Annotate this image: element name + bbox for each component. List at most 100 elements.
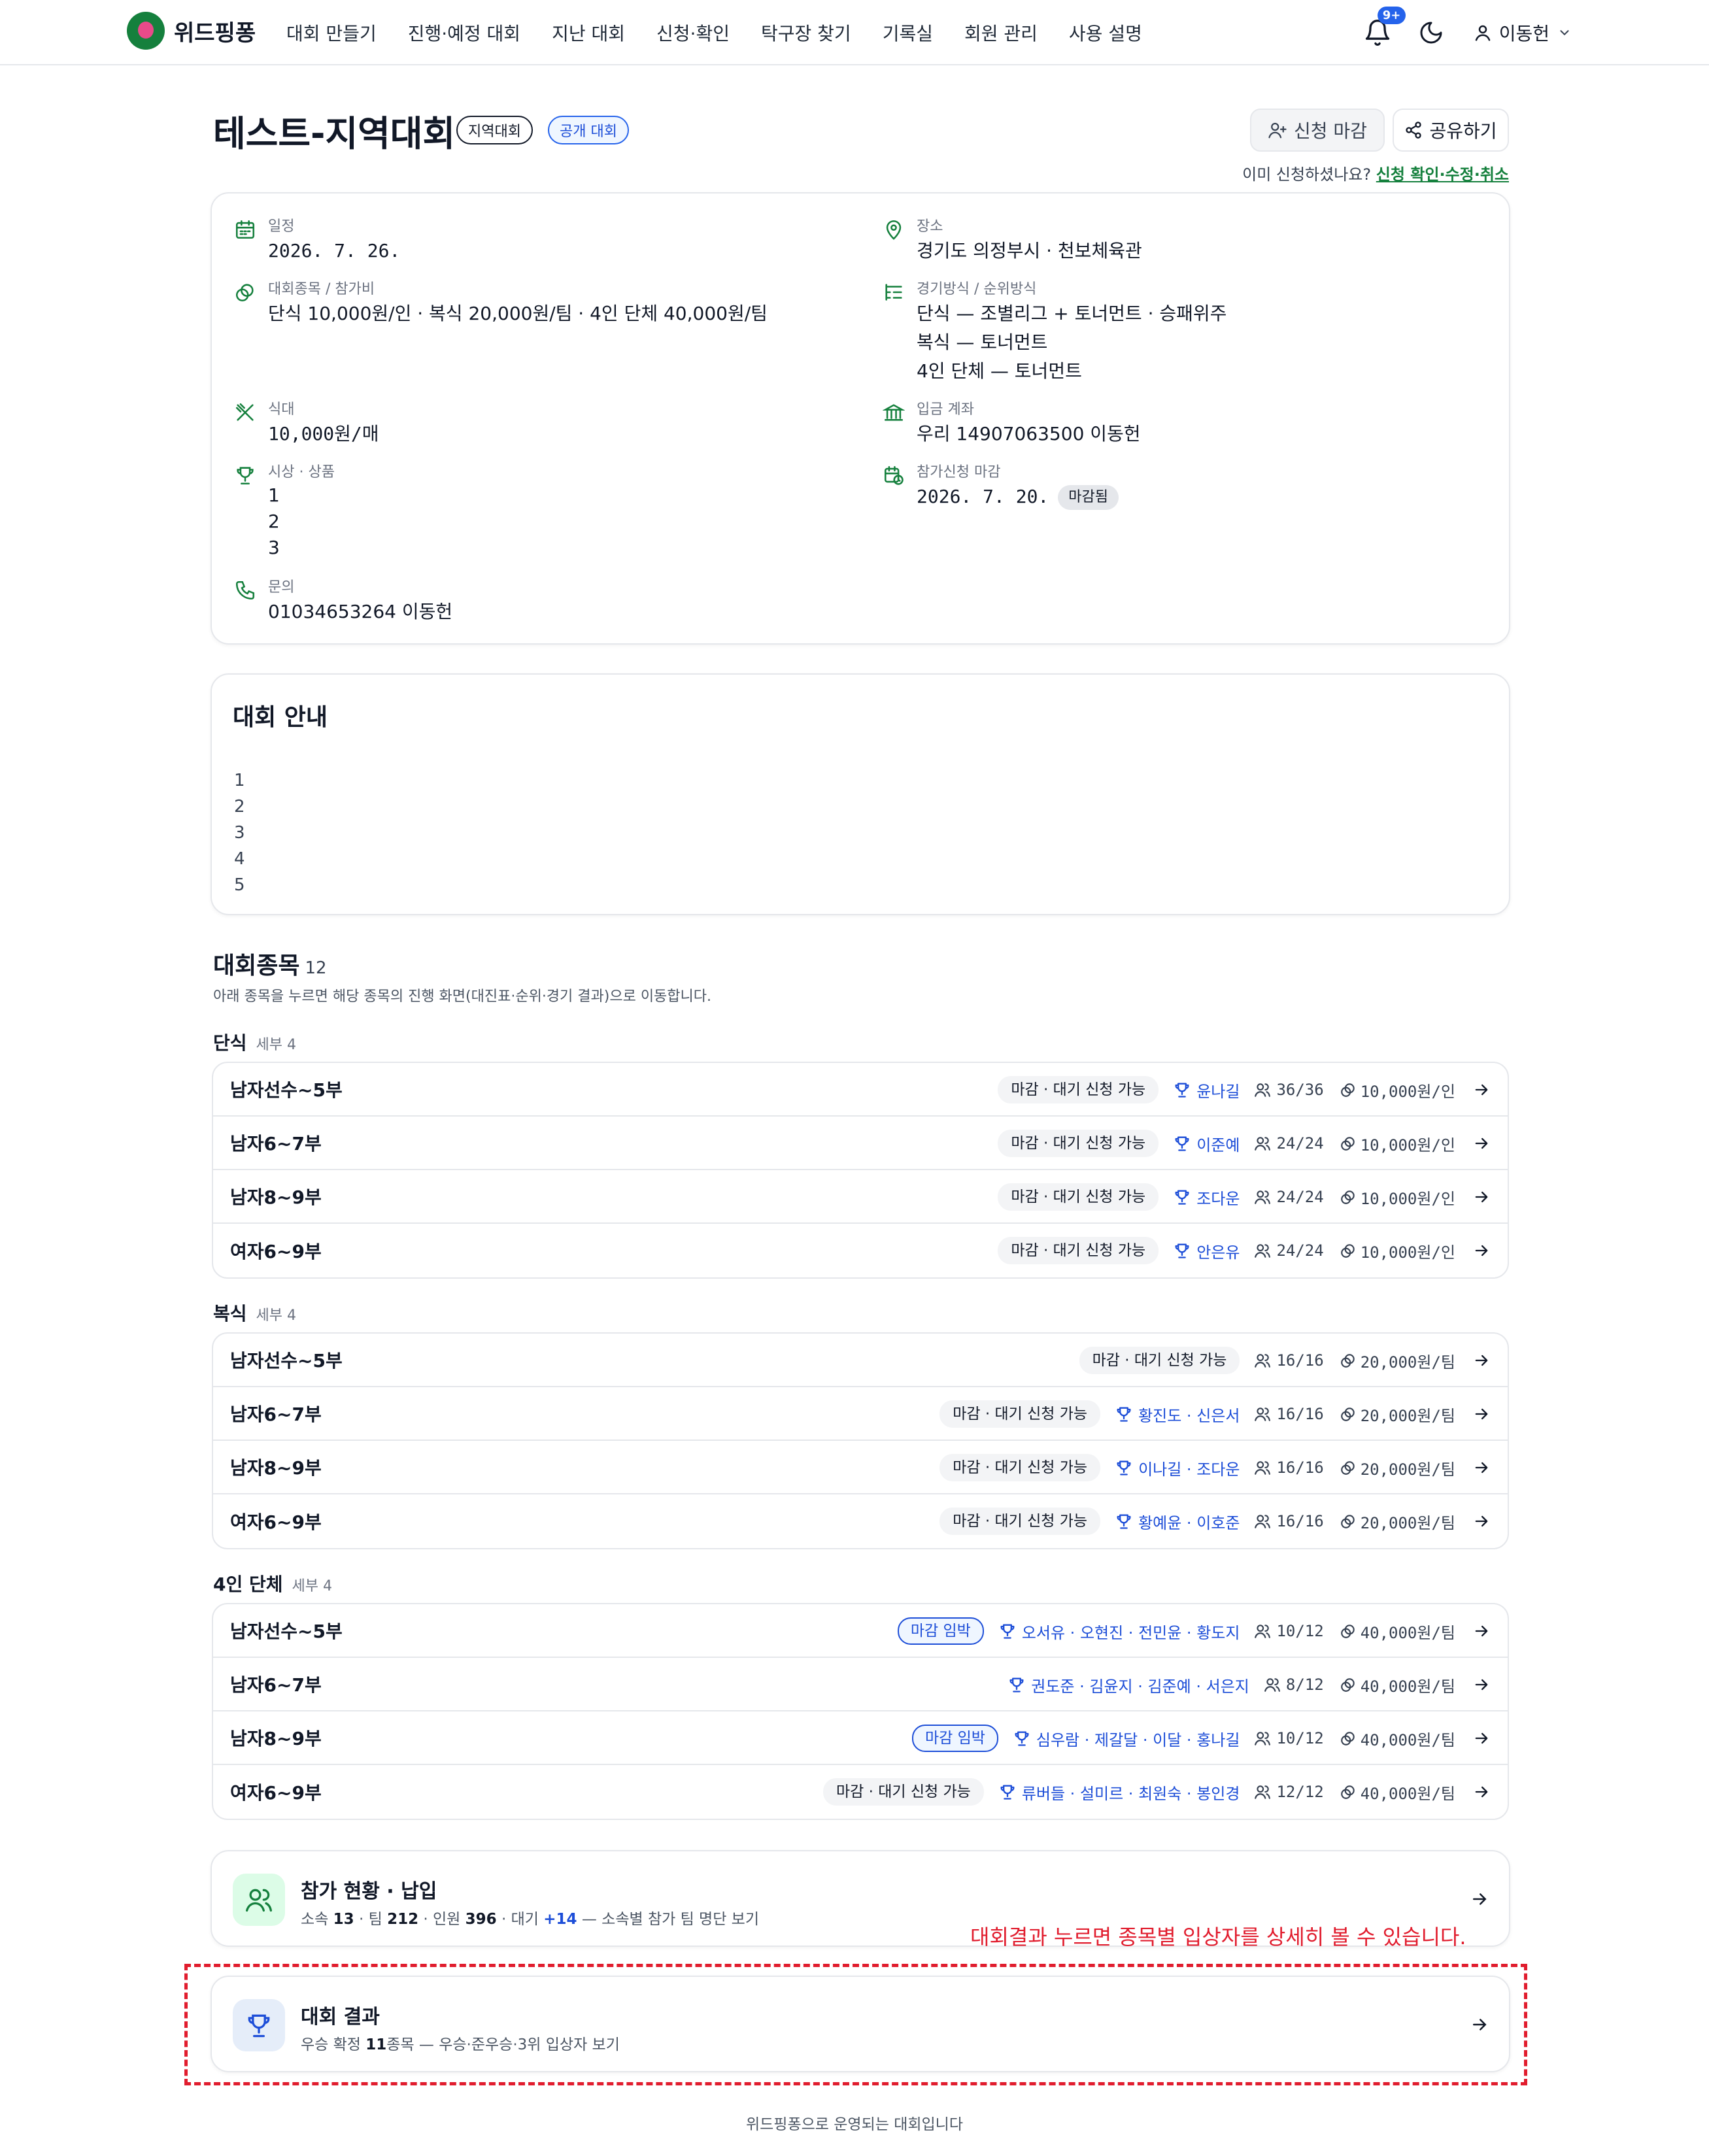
event-fee: 10,000원/인 bbox=[1340, 1239, 1455, 1262]
events-title: 대회종목 bbox=[213, 952, 300, 979]
winner-names: 윤나길 bbox=[1196, 1082, 1240, 1101]
arrow-right-icon bbox=[1475, 1625, 1488, 1637]
format-line: 4인 단체 — 토너먼트 bbox=[917, 360, 1082, 382]
event-row[interactable]: 남자8~9부 마감 임박 심우람 · 제갈달 · 이달 · 홍나길 10/12 40,0… bbox=[213, 1711, 1508, 1765]
close-application-button[interactable]: 신청 마감 bbox=[1250, 109, 1385, 152]
moon-icon[interactable] bbox=[1418, 20, 1444, 46]
check-application-link[interactable]: 신청 확인·수정·취소 bbox=[1376, 165, 1509, 184]
page-title: 테스트-지역대회 bbox=[213, 113, 456, 154]
trophy-icon bbox=[1117, 1407, 1131, 1422]
share-button[interactable]: 공유하기 bbox=[1393, 109, 1509, 152]
menu-item-create[interactable]: 대회 만들기 bbox=[286, 20, 377, 46]
arrow-right-icon bbox=[1475, 1786, 1488, 1798]
winner-names: 이준예 bbox=[1196, 1136, 1240, 1154]
entry-count-value: 10/12 bbox=[1276, 1729, 1324, 1747]
users-icon bbox=[1255, 1785, 1271, 1799]
deadline-date: 2026. 7. 20. bbox=[917, 486, 1049, 507]
coins-icon bbox=[1340, 1461, 1355, 1475]
user-menu[interactable]: 이동헌 bbox=[1473, 20, 1578, 46]
event-entry-count: 8/12 bbox=[1264, 1676, 1324, 1694]
event-entry-count: 24/24 bbox=[1254, 1188, 1324, 1206]
users-icon bbox=[1255, 1137, 1271, 1151]
menu-item-guide[interactable]: 사용 설명 bbox=[1069, 20, 1142, 46]
event-row[interactable]: 남자선수~5부 마감 · 대기 신청 가능 16/16 20,000원/팀 bbox=[213, 1334, 1508, 1387]
arrow-right-icon bbox=[1475, 1245, 1488, 1256]
event-list: 남자선수~5부 마감 · 대기 신청 가능 16/16 20,000원/팀 남자6~7부… bbox=[212, 1332, 1509, 1549]
place-label: 장소 bbox=[917, 218, 943, 235]
event-status-badge: 마감 · 대기 신청 가능 bbox=[939, 1400, 1101, 1428]
already-applied-question: 이미 신청하셨나요? bbox=[1242, 165, 1372, 184]
notification-button[interactable]: 9+ bbox=[1363, 7, 1406, 47]
event-entry-count: 24/24 bbox=[1254, 1241, 1324, 1260]
event-name: 여자6~9부 bbox=[230, 1241, 322, 1262]
event-status-badge: 마감 · 대기 신청 가능 bbox=[939, 1454, 1101, 1481]
prize-line: 3 bbox=[268, 537, 280, 558]
menu-item-find-club[interactable]: 탁구장 찾기 bbox=[761, 20, 851, 46]
event-winner: 황예윤 · 이호준 bbox=[1115, 1510, 1240, 1533]
entry-count-value: 16/16 bbox=[1276, 1512, 1324, 1530]
fee-value: 20,000원/팀 bbox=[1360, 1353, 1455, 1372]
brand-link[interactable]: 위드핑퐁 bbox=[127, 12, 256, 50]
users-icon bbox=[1255, 1407, 1271, 1421]
summary-text: · 인원 bbox=[418, 1911, 465, 1928]
users-icon bbox=[246, 1889, 272, 1912]
menu-item-past[interactable]: 지난 대회 bbox=[552, 20, 625, 46]
utensils-crossed-icon bbox=[235, 403, 254, 421]
annotation-highlight-box bbox=[184, 1964, 1527, 2085]
fee-value: 10,000원/인 bbox=[1360, 1189, 1455, 1208]
format-label: 경기방식 / 순위방식 bbox=[917, 281, 1037, 297]
brand-name: 위드핑퐁 bbox=[174, 20, 256, 46]
event-row[interactable]: 남자8~9부 마감 · 대기 신청 가능 조다운 24/24 10,000원/인 bbox=[213, 1170, 1508, 1224]
summary-text: — 소속별 참가 팀 명단 보기 bbox=[577, 1911, 759, 1928]
event-row[interactable]: 남자8~9부 마감 · 대기 신청 가능 이나길 · 조다운 16/16 20,000원… bbox=[213, 1441, 1508, 1494]
event-fee: 40,000원/팀 bbox=[1340, 1674, 1455, 1696]
event-row[interactable]: 남자선수~5부 마감 · 대기 신청 가능 윤나길 36/36 10,000원/인 bbox=[213, 1063, 1508, 1117]
users-icon bbox=[1255, 1083, 1271, 1097]
event-row[interactable]: 남자6~7부 마감 · 대기 신청 가능 황진도 · 신은서 16/16 20,000원… bbox=[213, 1387, 1508, 1441]
event-entry-count: 12/12 bbox=[1254, 1783, 1324, 1801]
format-line: 단식 — 조별리그 + 토너먼트 · 승패위주 bbox=[917, 303, 1227, 324]
format-value: 단식 — 조별리그 + 토너먼트 · 승패위주 복식 — 토너먼트 4인 단체 … bbox=[917, 299, 1227, 386]
winner-names: 권도준 · 김윤지 · 김준예 · 서은지 bbox=[1031, 1677, 1249, 1696]
users-icon bbox=[1255, 1515, 1271, 1528]
event-entry-count: 10/12 bbox=[1254, 1729, 1324, 1747]
event-status-badge: 마감 · 대기 신청 가능 bbox=[1079, 1347, 1240, 1374]
menu-item-apply[interactable]: 신청·확인 bbox=[656, 20, 730, 46]
close-application-label: 신청 마감 bbox=[1294, 120, 1367, 142]
group-sub-count: 세부 4 bbox=[256, 1307, 297, 1324]
event-status-badge: 마감 · 대기 신청 가능 bbox=[998, 1237, 1159, 1264]
date-label: 일정 bbox=[268, 218, 295, 235]
entry-count-value: 24/24 bbox=[1276, 1134, 1324, 1153]
event-winner: 이준예 bbox=[1173, 1132, 1240, 1155]
event-row[interactable]: 여자6~9부 마감 · 대기 신청 가능 류버들 · 설미르 · 최원숙 · 봉인경… bbox=[213, 1765, 1508, 1819]
coins-icon bbox=[1340, 1244, 1355, 1258]
event-meta: 마감 임박 심우람 · 제갈달 · 이달 · 홍나길 10/12 40,000원/팀 bbox=[911, 1711, 1491, 1765]
fee-value: 40,000원/팀 bbox=[1360, 1677, 1455, 1696]
trophy-icon bbox=[1000, 1785, 1015, 1800]
contact-label: 문의 bbox=[268, 579, 295, 596]
winner-names: 심우람 · 제갈달 · 이달 · 홍나길 bbox=[1036, 1730, 1240, 1749]
bank-icon bbox=[883, 404, 905, 421]
event-row[interactable]: 여자6~9부 마감 · 대기 신청 가능 황예윤 · 이호준 16/16 20,000원… bbox=[213, 1494, 1508, 1548]
event-entry-count: 24/24 bbox=[1254, 1134, 1324, 1153]
deadline-value: 2026. 7. 20. 마감됨 bbox=[917, 482, 1119, 511]
event-meta: 마감 · 대기 신청 가능 안은유 24/24 10,000원/인 bbox=[998, 1224, 1491, 1277]
event-row[interactable]: 남자선수~5부 마감 임박 오서유 · 오현진 · 전민윤 · 황도지 10/12 40… bbox=[213, 1604, 1508, 1658]
entry-count-value: 12/12 bbox=[1276, 1783, 1324, 1801]
fee-value: 10,000원/인 bbox=[1360, 1136, 1455, 1154]
event-winner: 오서유 · 오현진 · 전민윤 · 황도지 bbox=[998, 1620, 1240, 1643]
menu-item-members[interactable]: 회원 관리 bbox=[964, 20, 1038, 46]
winner-names: 황진도 · 신은서 bbox=[1138, 1406, 1240, 1425]
event-row[interactable]: 여자6~9부 마감 · 대기 신청 가능 안은유 24/24 10,000원/인 bbox=[213, 1224, 1508, 1277]
event-winner: 조다운 bbox=[1173, 1186, 1240, 1209]
trophy-icon bbox=[237, 467, 254, 485]
trophy-icon bbox=[1117, 1460, 1131, 1475]
winner-names: 황예윤 · 이호준 bbox=[1138, 1513, 1240, 1532]
event-row[interactable]: 남자6~7부 마감 · 대기 신청 가능 이준예 24/24 10,000원/인 bbox=[213, 1117, 1508, 1170]
event-row[interactable]: 남자6~7부 권도준 · 김윤지 · 김준예 · 서은지 8/12 40,000원/팀 bbox=[213, 1658, 1508, 1711]
menu-item-records[interactable]: 기록실 bbox=[883, 20, 933, 46]
arrow-right-icon bbox=[1475, 1408, 1488, 1420]
user-icon bbox=[1475, 25, 1490, 41]
menu-item-ongoing[interactable]: 진행·예정 대회 bbox=[408, 20, 520, 46]
fee-value: 20,000원/팀 bbox=[1360, 1406, 1455, 1425]
